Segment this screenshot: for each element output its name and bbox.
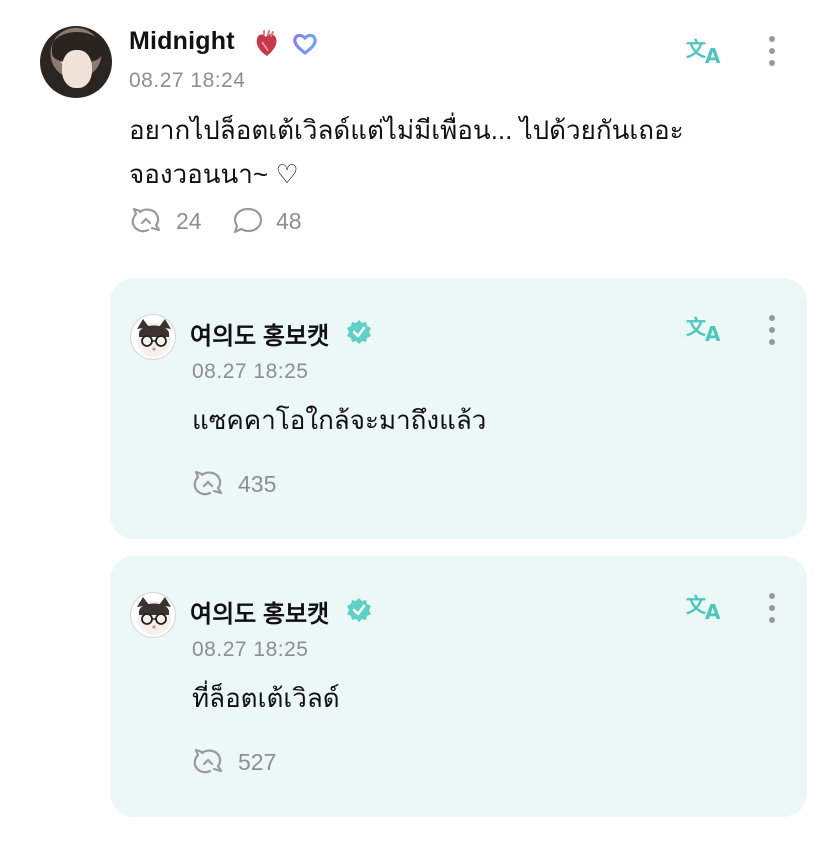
verified-icon xyxy=(347,320,371,344)
svg-text:A: A xyxy=(705,322,721,342)
translate-icon[interactable]: 文 A xyxy=(686,34,726,64)
reply-card[interactable]: 여의도 홍보캣 文 A 08.27 18:25 ที่ล็อตเต้เวิลด์… xyxy=(110,556,807,817)
repost-count: 527 xyxy=(238,748,277,775)
more-vertical-icon[interactable] xyxy=(767,36,777,70)
avatar[interactable] xyxy=(130,592,176,638)
post-text: อยากไปล็อตเต้เวิลด์แต่ไม่มีเพื่อน... ไปด… xyxy=(129,115,684,189)
repost-icon xyxy=(193,748,223,774)
repost-icon xyxy=(193,470,223,496)
repost-count: 435 xyxy=(238,470,277,497)
translate-icon[interactable]: 文 A xyxy=(686,312,726,342)
more-vertical-icon[interactable] xyxy=(767,315,777,349)
heart-outline-badge-icon xyxy=(293,33,317,56)
reply-timestamp: 08.27 18:25 xyxy=(192,638,309,661)
avatar[interactable] xyxy=(130,314,176,360)
anatomical-heart-icon xyxy=(256,30,277,56)
main-post: Midnight 08.27 18:24 文 A อยากไปล็อตเต้เว… xyxy=(0,0,827,260)
repost-count: 24 xyxy=(176,207,202,234)
reply-text: แซคคาโอใกล้จะมาถึงแล้ว xyxy=(192,405,487,435)
more-vertical-icon[interactable] xyxy=(767,593,777,627)
reply-timestamp: 08.27 18:25 xyxy=(192,360,309,383)
svg-text:A: A xyxy=(705,600,721,620)
author-name[interactable]: 여의도 홍보캣 xyxy=(190,594,329,629)
svg-text:A: A xyxy=(705,44,721,64)
repost-button[interactable]: 527 xyxy=(192,747,276,777)
svg-text:文: 文 xyxy=(686,593,707,617)
avatar[interactable] xyxy=(40,26,112,98)
reply-text: ที่ล็อตเต้เวิลด์ xyxy=(192,683,340,713)
author-name[interactable]: Midnight xyxy=(129,27,235,56)
post-timestamp: 08.27 18:24 xyxy=(129,69,246,92)
translate-icon[interactable]: 文 A xyxy=(686,590,726,620)
svg-text:文: 文 xyxy=(686,37,707,61)
repost-button[interactable]: 24 xyxy=(130,206,202,236)
comment-button[interactable]: 48 xyxy=(232,206,302,236)
comment-icon xyxy=(233,207,263,234)
svg-text:文: 文 xyxy=(686,315,707,339)
comment-count: 48 xyxy=(276,207,302,234)
reply-card[interactable]: 여의도 홍보캣 文 A 08.27 18:25 แซคคาโอใกล้จะมาถ… xyxy=(110,278,807,539)
verified-icon xyxy=(347,598,371,622)
author-name[interactable]: 여의도 홍보캣 xyxy=(190,316,329,351)
repost-icon xyxy=(131,207,161,233)
repost-button[interactable]: 435 xyxy=(192,469,276,499)
